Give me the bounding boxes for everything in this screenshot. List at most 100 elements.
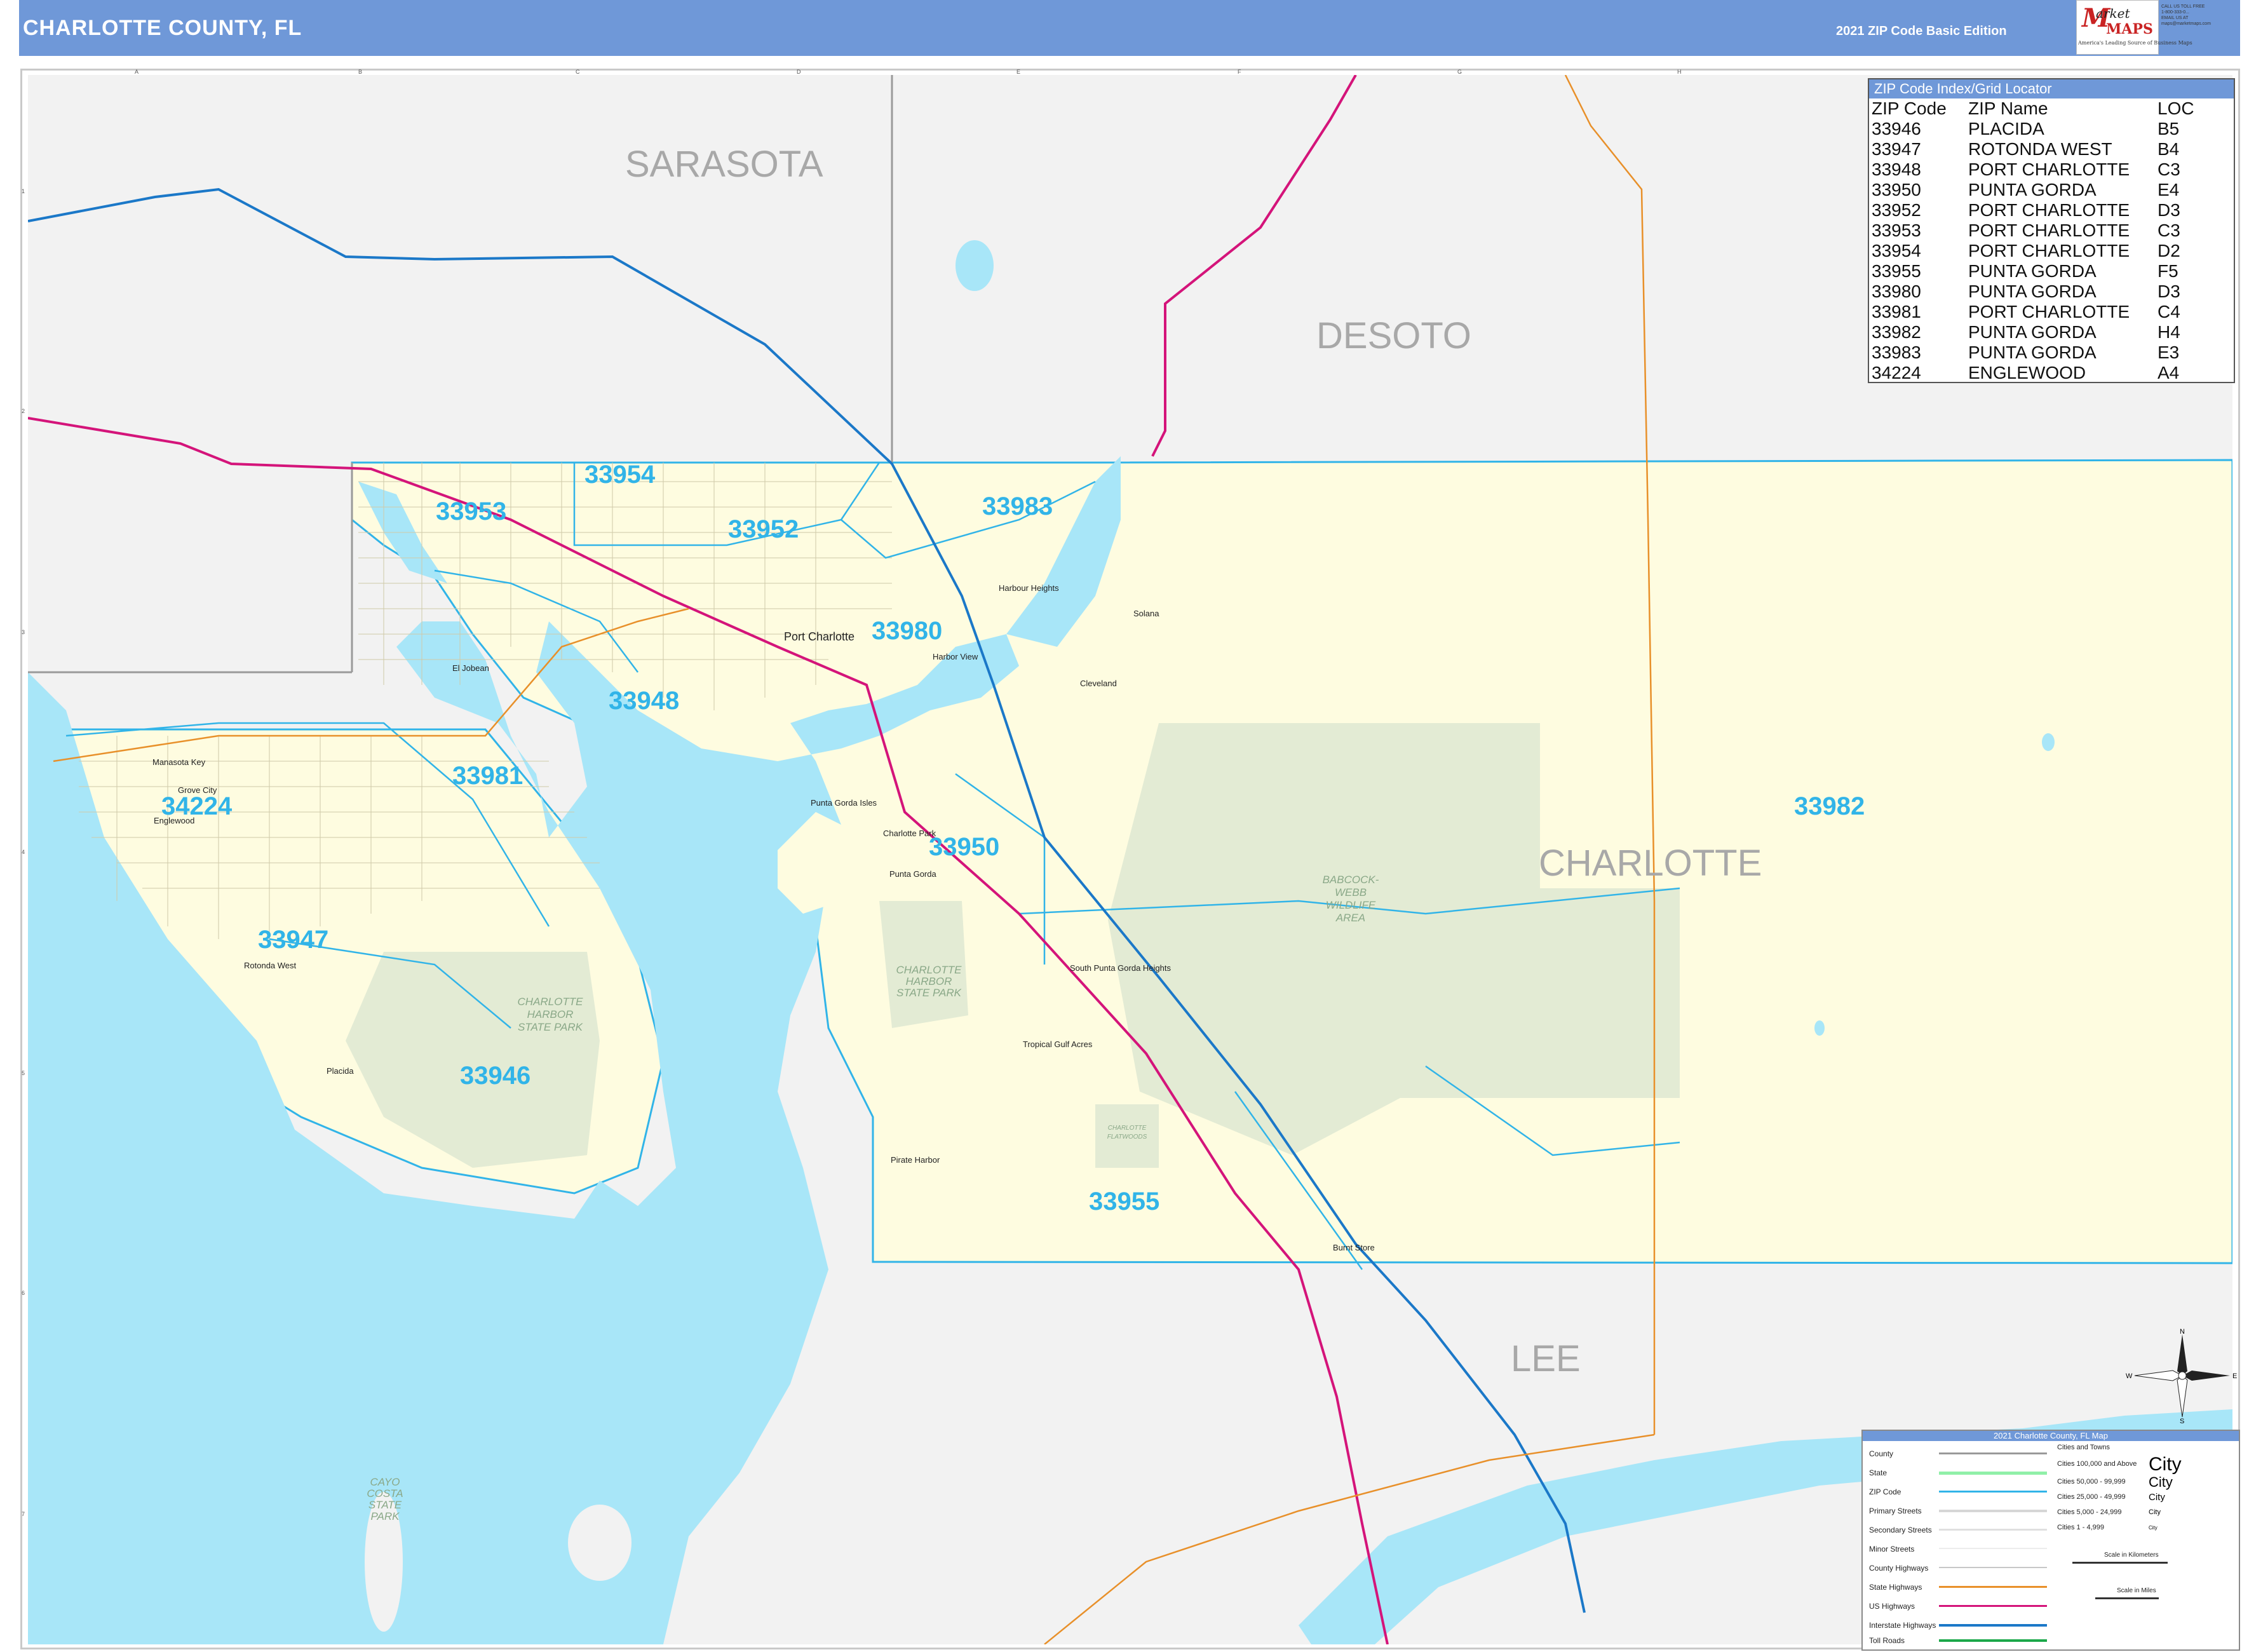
park-label-line: PARK: [370, 1510, 400, 1522]
logo-contact-line: CALL US TOLL FREE: [2161, 4, 2205, 9]
legend-city-class: Cities 1 - 4,999: [2057, 1524, 2104, 1531]
name-cell: PORT CHARLOTTE: [1968, 159, 2130, 179]
name-cell: PLACIDA: [1968, 119, 2044, 139]
zip-cell: 33981: [1872, 302, 1921, 322]
legend-swatch-zip: [1939, 1491, 2047, 1493]
table-row: 33983 PUNTA GORDA E3: [1872, 342, 2198, 363]
park-label-line: COSTA: [367, 1487, 403, 1500]
place-port-charlotte: Port Charlotte: [784, 630, 854, 643]
legend-city-sample: City: [2149, 1525, 2158, 1531]
legend-city-sample: City: [2149, 1474, 2173, 1490]
name-cell: PUNTA GORDA: [1968, 281, 2097, 301]
logo-contact: CALL US TOLL FREE 1-800-333-0... EMAIL U…: [2161, 4, 2236, 53]
park-label-line: WEBB: [1335, 886, 1367, 898]
grid-row-label: 2: [22, 408, 25, 414]
grid-col-label: B: [358, 69, 363, 75]
place-manasota-key: Manasota Key: [152, 757, 206, 767]
place-punta-gorda: Punta Gorda: [889, 869, 936, 879]
legend-swatch-county-hwy: [1939, 1567, 2047, 1568]
map-legend: 2021 Charlotte County, FL Map County Sta…: [1861, 1430, 2240, 1651]
legend-item: Minor Streets: [1869, 1545, 1915, 1554]
zip-cell: 33950: [1872, 180, 1921, 200]
name-cell: PORT CHARLOTTE: [1968, 302, 2130, 322]
legend-item: State Highways: [1869, 1583, 1922, 1592]
table-row: 33952 PORT CHARLOTTE D3: [1872, 200, 2198, 220]
map-title: CHARLOTTE COUNTY, FL: [23, 15, 302, 40]
legend-swatch-minor: [1939, 1548, 2047, 1549]
table-row: 33948 PORT CHARLOTTE C3: [1872, 159, 2198, 180]
county-label-lee: LEE: [1511, 1338, 1581, 1379]
legend-item: County: [1869, 1449, 1894, 1458]
name-cell: PORT CHARLOTTE: [1968, 200, 2130, 220]
name-cell: PUNTA GORDA: [1968, 342, 2097, 362]
loc-cell: C3: [2158, 159, 2180, 179]
park-label-line: CAYO: [370, 1476, 400, 1488]
legend-cities-heading: Cities and Towns: [2057, 1444, 2110, 1451]
zip-label-33948: 33948: [609, 687, 679, 715]
lake: [956, 240, 994, 291]
zip-cell: 33952: [1872, 200, 1921, 220]
loc-cell: D3: [2158, 281, 2180, 301]
grid-row-label: 5: [22, 1070, 25, 1076]
park-label-line: HARBOR: [527, 1008, 574, 1020]
table-row: 33980 PUNTA GORDA D3: [1872, 281, 2198, 302]
name-cell: ROTONDA WEST: [1968, 139, 2112, 159]
grid-left: 1 2 3 4 5 6 7: [22, 75, 28, 1644]
loc-cell: B4: [2158, 139, 2180, 159]
legend-city-class: Cities 25,000 - 49,999: [2057, 1493, 2126, 1501]
legend-item: Toll Roads: [1869, 1636, 1905, 1645]
col-header: LOC: [2158, 98, 2194, 118]
place-rotonda-west: Rotonda West: [244, 961, 297, 970]
place-harbour-heights: Harbour Heights: [999, 583, 1059, 593]
zip-cell: 33982: [1872, 322, 1921, 342]
place-placida: Placida: [327, 1066, 354, 1076]
zip-cell: 33955: [1872, 261, 1921, 281]
park-label-line: CHARLOTTE: [1108, 1125, 1147, 1132]
logo-maps: MAPS: [2106, 21, 2153, 37]
zip-label-33982: 33982: [1794, 792, 1865, 820]
county-label-charlotte: CHARLOTTE: [1539, 843, 1762, 884]
legend-city-sample: City: [2149, 1508, 2161, 1516]
park-label-line: CHARLOTTE: [518, 996, 584, 1008]
name-cell: PUNTA GORDA: [1968, 180, 2097, 200]
place-cleveland: Cleveland: [1080, 679, 1117, 688]
name-cell: PORT CHARLOTTE: [1968, 241, 2130, 261]
place-burnt-store: Burnt Store: [1333, 1243, 1375, 1252]
scale-mi-label: Scale in Miles: [2117, 1587, 2156, 1594]
legend-item: Primary Streets: [1869, 1506, 1922, 1515]
zip-label-33955: 33955: [1089, 1188, 1159, 1215]
grid-col-label: A: [135, 69, 139, 75]
county-label-desoto: DESOTO: [1316, 315, 1471, 356]
legend-city-class: Cities 5,000 - 24,999: [2057, 1508, 2122, 1516]
loc-cell: E4: [2158, 180, 2180, 200]
legend-swatch-toll: [1939, 1639, 2047, 1642]
table-row: 33981 PORT CHARLOTTE C4: [1872, 302, 2198, 322]
grid-col-label: E: [1016, 69, 1021, 75]
legend-city-sample: City: [2149, 1492, 2165, 1503]
county-label-sarasota: SARASOTA: [625, 144, 823, 185]
scale-mi-bar: [2095, 1597, 2159, 1599]
zip-cell: 33983: [1872, 342, 1921, 362]
table-row: 33946 PLACIDA B5: [1872, 119, 2198, 139]
place-solana: Solana: [1133, 609, 1159, 618]
logo-contact-line: maps@marketmaps.com: [2161, 22, 2211, 26]
legend-swatch-secondary: [1939, 1529, 2047, 1531]
park-label-line: STATE PARK: [518, 1021, 583, 1033]
place-grove-city: Grove City: [178, 785, 217, 795]
zip-index-header-row: ZIP Code ZIP Name LOC: [1872, 98, 2198, 119]
loc-cell: H4: [2158, 322, 2180, 342]
loc-cell: F5: [2158, 261, 2178, 281]
legend-title: 2021 Charlotte County, FL Map: [1863, 1431, 2239, 1441]
lake: [2042, 733, 2055, 751]
col-header: ZIP Code: [1872, 98, 1947, 118]
zip-label-33952: 33952: [728, 515, 799, 543]
zip-label-33981: 33981: [452, 762, 523, 790]
place-charlotte-park: Charlotte Park: [883, 829, 936, 838]
legend-city-sample: City: [2149, 1454, 2182, 1475]
grid-row-label: 7: [22, 1511, 25, 1517]
zip-cell: 34224: [1872, 363, 1921, 383]
grid-row-label: 4: [22, 849, 25, 855]
compass-e: E: [2232, 1372, 2237, 1380]
grid-col-label: F: [1238, 69, 1241, 75]
logo-contact-line: 1-800-333-0...: [2161, 10, 2189, 15]
